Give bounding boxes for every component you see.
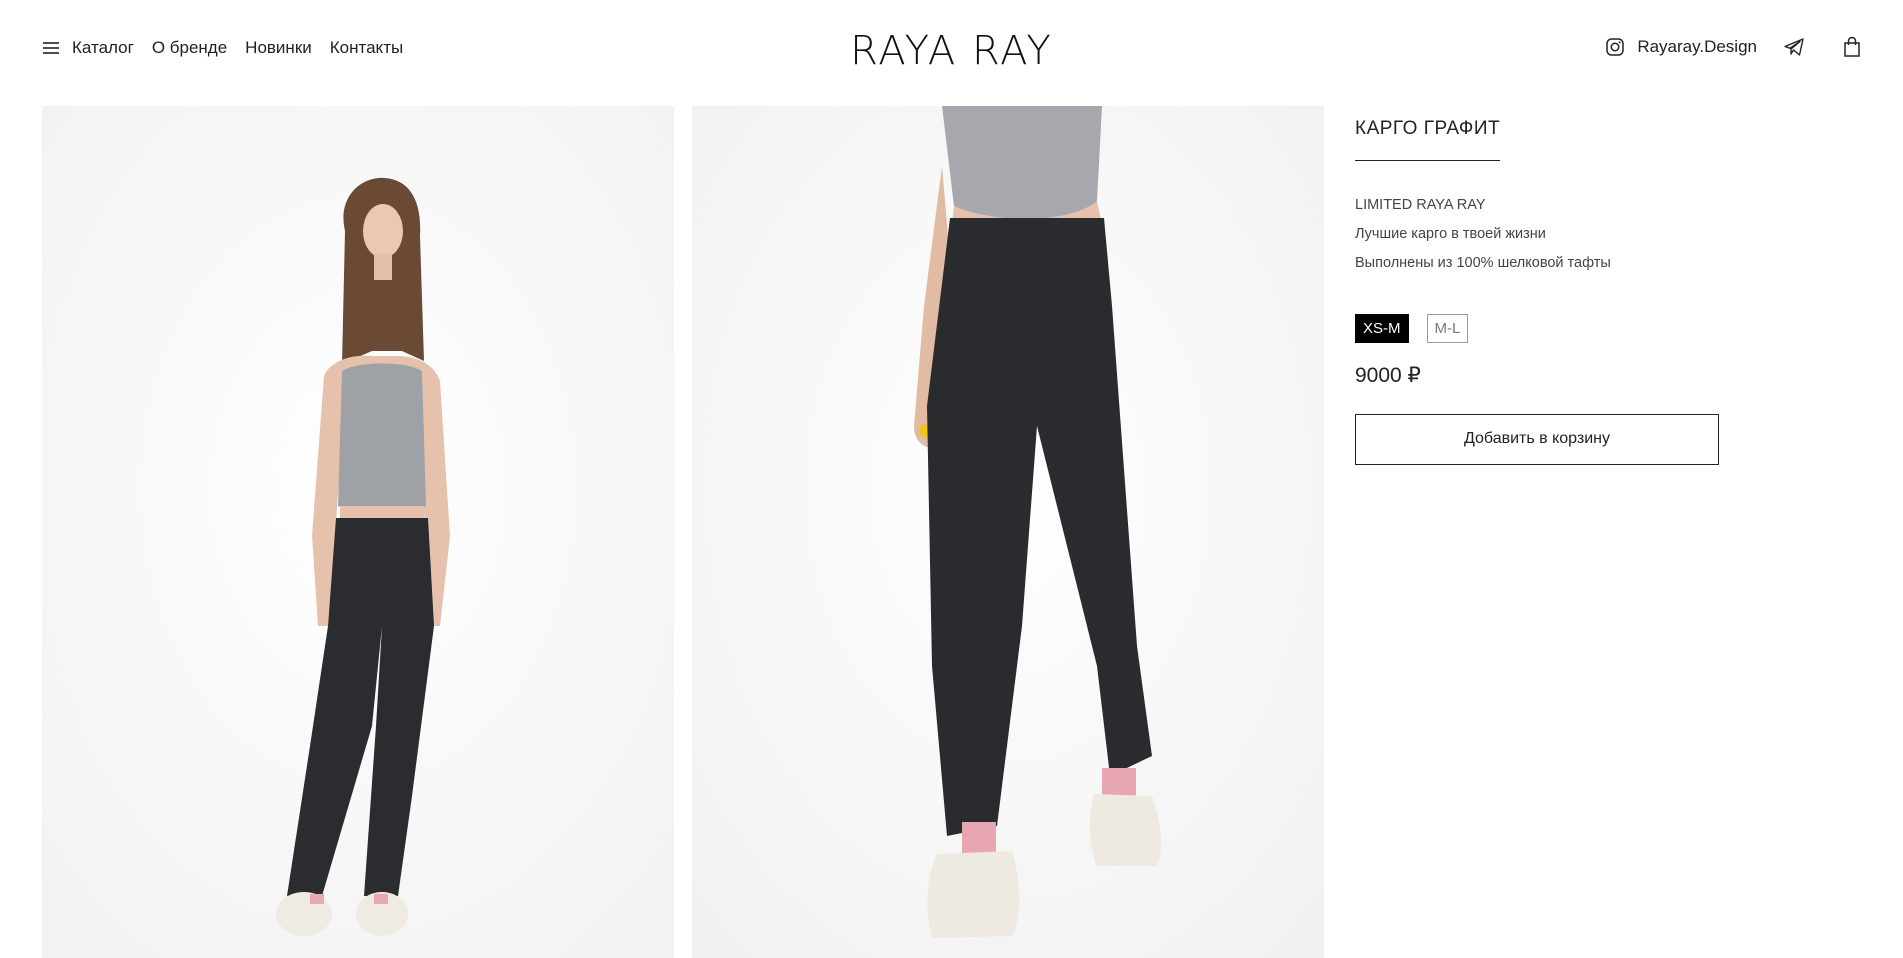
product-title: КАРГО ГРАФИТ: [1355, 118, 1501, 161]
model-front-illustration: [42, 106, 674, 958]
brand-logo[interactable]: RAYA RAY: [850, 28, 1053, 74]
size-option-xs-m[interactable]: XS-M: [1355, 314, 1409, 343]
size-option-m-l[interactable]: M-L: [1426, 314, 1469, 343]
description-line: Лучшие карго в твоей жизни: [1355, 226, 1546, 242]
nav-link-catalog[interactable]: Каталог: [72, 38, 134, 58]
instagram-link[interactable]: Rayaray.Design: [1605, 37, 1757, 57]
nav-link-about[interactable]: О бренде: [152, 38, 227, 58]
main-nav: Каталог О бренде Новинки Контакты: [42, 38, 403, 58]
description-line: LIMITED RAYA RAY: [1355, 197, 1486, 213]
product-price: 9000 ₽: [1355, 364, 1421, 387]
add-to-cart-button[interactable]: Добавить в корзину: [1355, 414, 1719, 465]
nav-link-new[interactable]: Новинки: [245, 38, 312, 58]
product-photo-front[interactable]: [42, 106, 674, 958]
product-photo-back[interactable]: [692, 106, 1324, 958]
shopping-bag-icon[interactable]: [1843, 36, 1861, 58]
description-line: Выполнены из 100% шелковой тафты: [1355, 255, 1611, 271]
header-actions: Rayaray.Design: [1605, 36, 1861, 58]
model-back-illustration: [692, 106, 1324, 958]
hamburger-menu-icon[interactable]: [42, 41, 60, 55]
instagram-icon[interactable]: [1605, 37, 1625, 57]
size-selector: XS-M M-L: [1355, 314, 1815, 343]
product-description: LIMITED RAYA RAY Лучшие карго в твоей жи…: [1355, 191, 1815, 278]
instagram-handle[interactable]: Rayaray.Design: [1637, 37, 1757, 57]
telegram-icon[interactable]: [1783, 37, 1805, 57]
nav-link-contacts[interactable]: Контакты: [330, 38, 403, 58]
product-info-panel: КАРГО ГРАФИТ LIMITED RAYA RAY Лучшие кар…: [1355, 118, 1815, 465]
site-header: Каталог О бренде Новинки Контакты RAYA R…: [0, 0, 1903, 100]
catalog-menu-toggle[interactable]: Каталог: [42, 38, 134, 58]
